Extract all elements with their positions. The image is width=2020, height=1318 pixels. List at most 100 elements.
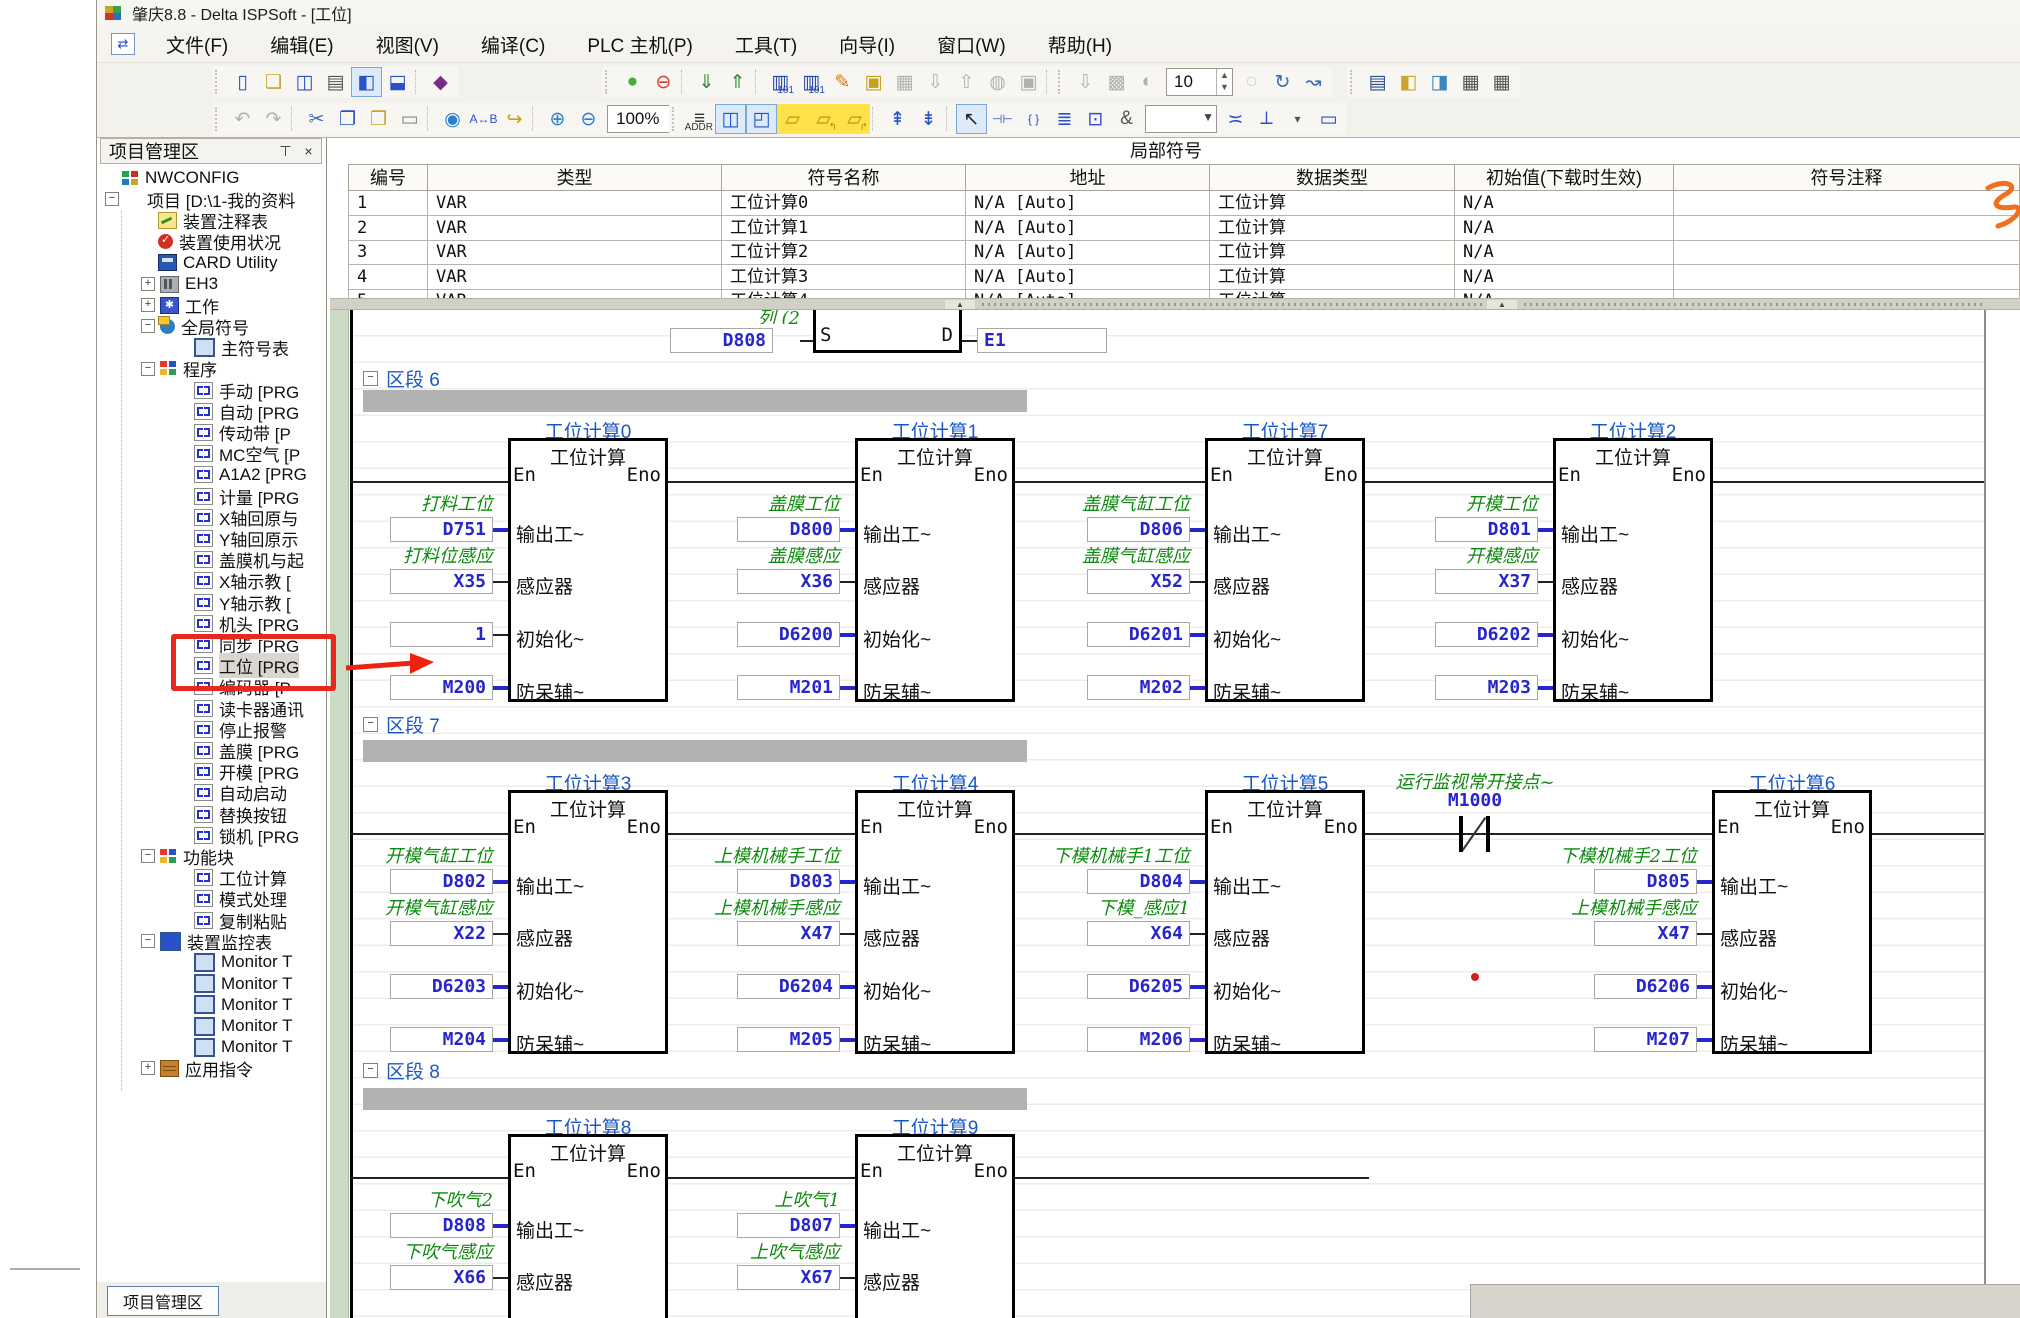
sampling-down-icon[interactable]: ⇩ bbox=[1070, 67, 1101, 97]
collapse-icon[interactable]: − bbox=[363, 371, 378, 386]
table-cell[interactable] bbox=[1674, 265, 2020, 290]
address-view-icon[interactable]: ≡ADDR bbox=[684, 104, 715, 134]
vertical-line-icon[interactable]: ⟂ bbox=[1251, 104, 1282, 134]
tree-item-装置使用状况[interactable]: 装置使用状况 bbox=[141, 232, 317, 252]
operand-box-X22[interactable]: X22 bbox=[390, 921, 493, 946]
block-type-combo[interactable]: ▼ bbox=[1145, 105, 1217, 133]
operand-box-D6200[interactable]: D6200 bbox=[737, 622, 840, 647]
function-block-工位计算7[interactable]: 工位计算EnEno输出工~感应器初始化~防呆辅~ bbox=[1205, 438, 1365, 702]
tab-project-area[interactable]: 项目管理区 bbox=[107, 1286, 219, 1316]
tree-item-手动-PRG[interactable]: 手动 [PRG bbox=[177, 380, 317, 400]
chart-grid2-icon[interactable]: ▦ bbox=[1486, 67, 1517, 97]
function-block-工位计算3[interactable]: 工位计算EnEno输出工~感应器初始化~防呆辅~ bbox=[508, 790, 668, 1054]
child-window-icon[interactable]: ⇄ bbox=[111, 33, 135, 55]
table-cell[interactable]: VAR bbox=[428, 265, 722, 290]
tree-item-模式处理[interactable]: 模式处理 bbox=[177, 889, 317, 909]
sampling-stop-icon[interactable]: ▩ bbox=[1101, 67, 1132, 97]
table-cell[interactable]: 2 bbox=[348, 216, 428, 241]
sampling-half-icon[interactable]: ◐ bbox=[1132, 67, 1163, 97]
download-dim-icon[interactable]: ⇩ bbox=[920, 67, 951, 97]
table-cell[interactable]: 工位计算1 bbox=[722, 216, 966, 241]
network-comment-bar[interactable] bbox=[363, 1088, 1027, 1110]
expand-icon[interactable]: + bbox=[141, 1061, 155, 1075]
tree-item-Y轴示教-[interactable]: Y轴示教 [ bbox=[177, 592, 317, 612]
toolbar-drag-handle[interactable] bbox=[215, 70, 223, 94]
sample-count-spinner[interactable]: 10▲▼ bbox=[1166, 68, 1233, 96]
operand-box-X47[interactable]: X47 bbox=[1594, 921, 1697, 946]
operand-box-D800[interactable]: D800 bbox=[737, 517, 840, 542]
table-cell[interactable]: VAR bbox=[428, 216, 722, 241]
operand-box-M205[interactable]: M205 bbox=[737, 1027, 840, 1052]
tree-item-计量-PRG[interactable]: 计量 [PRG bbox=[177, 486, 317, 506]
tree-item-替换按钮[interactable]: 替换按钮 bbox=[177, 804, 317, 824]
tree-item-EH3[interactable]: +EH3 bbox=[141, 274, 317, 294]
function-block-工位计算0[interactable]: 工位计算EnEno输出工~感应器初始化~防呆辅~ bbox=[508, 438, 668, 702]
ladder-window-icon[interactable]: ◫ bbox=[715, 104, 746, 134]
operand-box-M207[interactable]: M207 bbox=[1594, 1027, 1697, 1052]
table-cell[interactable] bbox=[1674, 191, 2020, 216]
operand-box-D808[interactable]: D808 bbox=[670, 328, 773, 353]
collapse-icon[interactable]: − bbox=[141, 849, 155, 863]
tree-item-锁机-PRG[interactable]: 锁机 [PRG bbox=[177, 825, 317, 845]
operand-box-D806[interactable]: D806 bbox=[1087, 517, 1190, 542]
spinner-arrows[interactable]: ▲▼ bbox=[1216, 69, 1232, 95]
copy-icon[interactable]: ❐ bbox=[332, 104, 363, 134]
tree-item-X轴回原与[interactable]: X轴回原与 bbox=[177, 507, 317, 527]
amp-label[interactable]: & bbox=[1111, 104, 1142, 134]
note-green-arrow-icon[interactable]: ▱↰ bbox=[808, 104, 839, 134]
chevron-down-icon[interactable]: ▼ bbox=[1202, 110, 1214, 124]
operand-box-X37[interactable]: X37 bbox=[1435, 569, 1538, 594]
operand-box-1[interactable]: 1 bbox=[390, 622, 493, 647]
zoom-in-icon[interactable]: ⊕ bbox=[542, 104, 573, 134]
tree-item-程序[interactable]: −程序 bbox=[141, 359, 317, 379]
parallel-contact-icon[interactable]: ≍ bbox=[1220, 104, 1251, 134]
note-icon[interactable]: ▱ bbox=[777, 104, 808, 134]
tree-item-Y轴回原示[interactable]: Y轴回原示 bbox=[177, 528, 317, 548]
tree-item-Monitor-T[interactable]: Monitor T bbox=[177, 1016, 317, 1036]
contact-label[interactable]: M1000 bbox=[1395, 790, 1555, 811]
contact-bar[interactable] bbox=[1486, 816, 1490, 852]
note-yellow-arrow-icon[interactable]: ▱↱ bbox=[839, 104, 870, 134]
table-editor-splitter[interactable]: ▲ ▲ bbox=[330, 298, 2020, 310]
collapse-icon[interactable]: − bbox=[141, 934, 155, 948]
operand-box-M203[interactable]: M203 bbox=[1435, 675, 1538, 700]
move-block-partial[interactable]: SD bbox=[813, 310, 962, 353]
table-cell[interactable]: 1 bbox=[348, 191, 428, 216]
instruction-tool-icon[interactable]: ≣ bbox=[1049, 104, 1080, 134]
toolbar-drag-handle[interactable] bbox=[215, 107, 223, 131]
refresh-icon[interactable]: ↻ bbox=[1267, 67, 1298, 97]
tree-item-复制粘贴[interactable]: 复制粘贴 bbox=[177, 910, 317, 930]
tree-item-功能块[interactable]: −功能块 bbox=[141, 846, 317, 866]
stop-icon[interactable]: ⊖ bbox=[648, 67, 679, 97]
table-cell[interactable]: VAR bbox=[428, 240, 722, 265]
device-monitor-icon[interactable]: ▥101 bbox=[796, 67, 827, 97]
tree-item-盖膜机与起[interactable]: 盖膜机与起 bbox=[177, 550, 317, 570]
menu-item-2[interactable]: 视图(V) bbox=[355, 27, 460, 62]
operand-box-D6205[interactable]: D6205 bbox=[1087, 974, 1190, 999]
collapse-up-button[interactable]: ▲ bbox=[945, 300, 975, 309]
online-monitor-icon[interactable]: ▥101 bbox=[765, 67, 796, 97]
force-io-icon[interactable]: ▦ bbox=[889, 67, 920, 97]
network-comment-bar[interactable] bbox=[363, 740, 1027, 762]
branch-jump-icon[interactable]: ↝ bbox=[1298, 67, 1329, 97]
record-dim-icon[interactable]: ◌ bbox=[1236, 67, 1267, 97]
coil-tool-icon[interactable]: { } bbox=[1018, 104, 1049, 134]
operand-box-D6206[interactable]: D6206 bbox=[1594, 974, 1697, 999]
function-block-工位计算2[interactable]: 工位计算EnEno输出工~感应器初始化~防呆辅~ bbox=[1553, 438, 1713, 702]
panel-splitter-handle[interactable] bbox=[10, 1268, 80, 1270]
collapse-icon[interactable]: − bbox=[141, 319, 155, 333]
tree-item-全局符号[interactable]: −全局符号 bbox=[141, 316, 317, 336]
network-label-区段 8[interactable]: −区段 8 bbox=[363, 1058, 440, 1082]
monitor-mode-icon[interactable]: ▣ bbox=[858, 67, 889, 97]
operand-box-X35[interactable]: X35 bbox=[390, 569, 493, 594]
table-cell[interactable]: N/A [Auto] bbox=[966, 216, 1210, 241]
bottom-scroll-area[interactable] bbox=[1470, 1284, 2020, 1318]
tree-item-Monitor-T[interactable]: Monitor T bbox=[177, 1037, 317, 1057]
monitor-dim-icon[interactable]: ▣ bbox=[1013, 67, 1044, 97]
operand-box-D6202[interactable]: D6202 bbox=[1435, 622, 1538, 647]
tree-item-装置监控表[interactable]: −装置监控表 bbox=[141, 931, 317, 951]
network-label-区段 6[interactable]: −区段 6 bbox=[363, 366, 440, 390]
table-cell[interactable]: 工位计算 bbox=[1210, 289, 1455, 298]
new-file-icon[interactable]: ▯ bbox=[227, 67, 258, 97]
comment-window-icon[interactable]: ◰ bbox=[746, 104, 777, 134]
